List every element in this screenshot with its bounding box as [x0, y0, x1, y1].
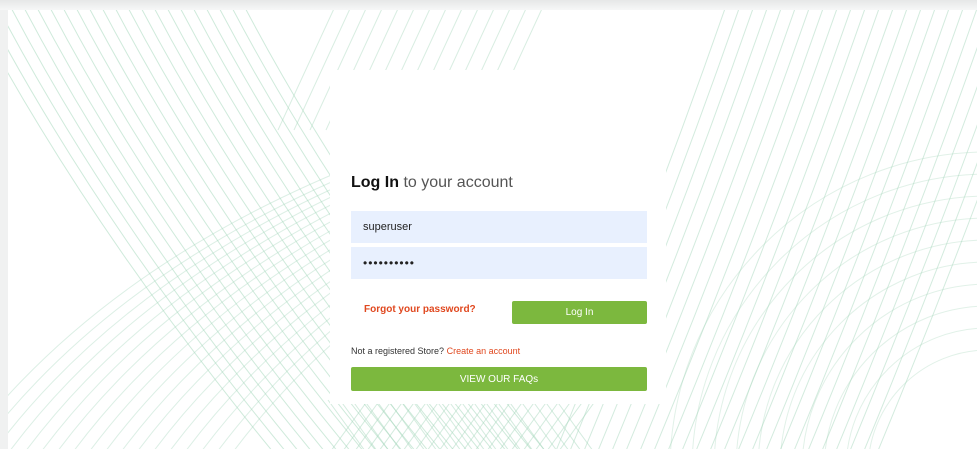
login-card: Log In to your account Forgot your passw… [330, 70, 666, 404]
register-prompt: Not a registered Store? Create an accoun… [351, 346, 520, 356]
password-field[interactable] [351, 247, 647, 279]
create-account-link[interactable]: Create an account [447, 346, 521, 356]
view-faqs-button[interactable]: VIEW OUR FAQs [351, 367, 647, 391]
browser-top-shadow [0, 0, 977, 10]
title-bold: Log In [351, 174, 399, 191]
forgot-password-link[interactable]: Forgot your password? [364, 304, 476, 315]
page-title: Log In to your account [351, 174, 513, 192]
register-prompt-text: Not a registered Store? [351, 346, 445, 356]
username-field[interactable] [351, 211, 647, 243]
login-button[interactable]: Log In [512, 301, 647, 324]
title-rest: to your account [403, 174, 513, 191]
login-page: Log In to your account Forgot your passw… [8, 10, 977, 449]
